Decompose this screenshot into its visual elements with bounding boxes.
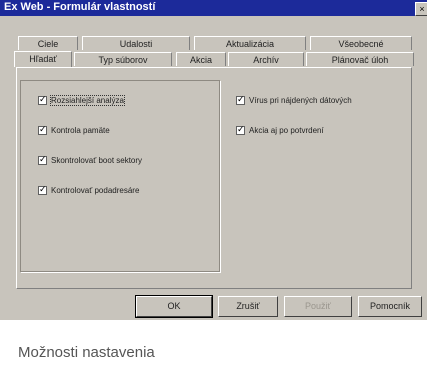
checkbox-podadresare[interactable]: Kontrolovať podadresáre [38, 184, 140, 195]
checkbox-label: Skontrolovať boot sektory [51, 156, 143, 165]
tab-akcia[interactable]: Akcia [176, 52, 226, 66]
checkbox-rozsiahlejsia-analyza[interactable]: Rozsiahlejší analýza [38, 94, 125, 106]
cancel-button[interactable]: Zrušiť [218, 296, 278, 317]
apply-button[interactable]: Použiť [284, 296, 352, 317]
caption-text: Možnosti nastavenia [18, 344, 155, 361]
checkbox-checked-icon[interactable] [38, 184, 47, 195]
tab-ciele[interactable]: Ciele [18, 36, 78, 50]
help-button[interactable]: Pomocník [358, 296, 422, 317]
checkbox-label: Akcia aj po potvrdení [249, 126, 324, 135]
checkbox-checked-icon[interactable] [236, 94, 245, 105]
ok-button[interactable]: OK [135, 295, 213, 318]
checkbox-checked-icon[interactable] [38, 94, 47, 105]
checkbox-kontrola-pamate[interactable]: Kontrola pamäte [38, 124, 110, 135]
checkbox-label: Vírus pri nájdených dátových [249, 96, 352, 105]
tab-vseobecne[interactable]: Všeobecné [310, 36, 412, 50]
tab-hladat[interactable]: Hľadať [14, 51, 72, 67]
title-bar: Ex Web - Formulár vlastností × [0, 0, 427, 16]
tab-typ-suborov[interactable]: Typ súborov [74, 52, 172, 66]
checkbox-boot-sektory[interactable]: Skontrolovať boot sektory [38, 154, 143, 165]
checkbox-checked-icon[interactable] [236, 124, 245, 135]
tab-udalosti[interactable]: Udalosti [82, 36, 190, 50]
image-caption: Možnosti nastavenia [0, 320, 427, 376]
tab-aktualizacia[interactable]: Aktualizácia [194, 36, 306, 50]
checkbox-label: Kontrolovať podadresáre [51, 186, 140, 195]
checkbox-checked-icon[interactable] [38, 154, 47, 165]
checkbox-virus-najdenych[interactable]: Vírus pri nájdených dátových [236, 94, 352, 105]
window-title: Ex Web - Formulár vlastností [4, 1, 156, 13]
tab-planovac-uloh[interactable]: Plánovač úloh [306, 52, 414, 66]
tab-archiv[interactable]: Archív [228, 52, 304, 66]
checkbox-checked-icon[interactable] [38, 124, 47, 135]
properties-window: Ex Web - Formulár vlastností × Ciele Uda… [0, 0, 427, 320]
checkbox-label: Kontrola pamäte [51, 126, 110, 135]
checkbox-label: Rozsiahlejší analýza [50, 95, 125, 106]
close-button[interactable]: × [415, 2, 427, 16]
checkbox-akcia-po-potvrdeni[interactable]: Akcia aj po potvrdení [236, 124, 324, 135]
